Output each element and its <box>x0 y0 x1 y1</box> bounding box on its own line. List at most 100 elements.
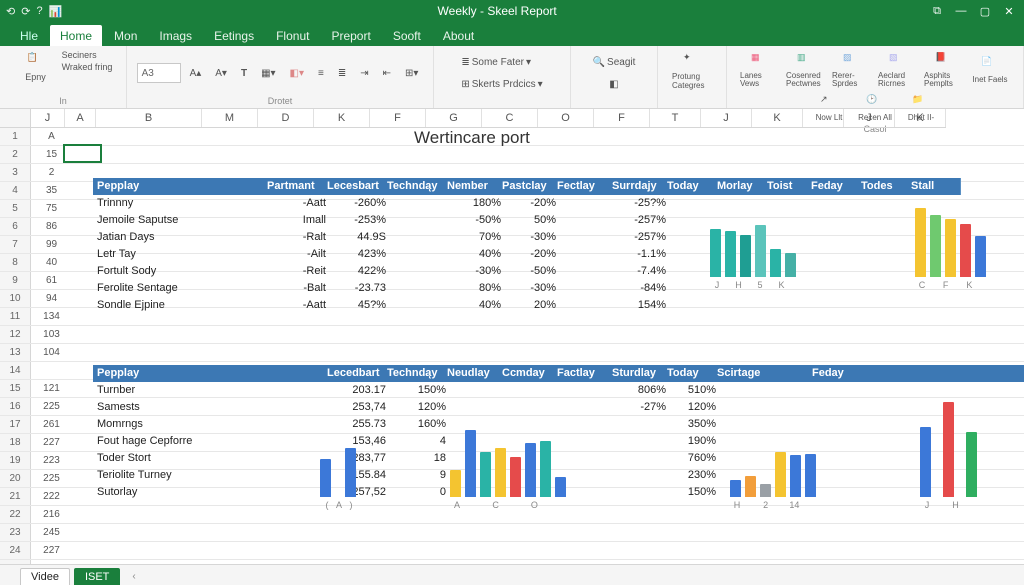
col-header[interactable]: D <box>258 109 314 127</box>
row-header[interactable]: 19 <box>0 452 31 469</box>
asphits-button[interactable]: 📕Asphits Pemplts <box>922 50 966 90</box>
sheet-tab-2[interactable]: ISET <box>74 568 120 585</box>
row-header[interactable]: 7 <box>0 236 31 253</box>
inet-button[interactable]: 📄Inet Faels <box>968 54 1012 86</box>
wraked-label[interactable]: Wraked fring <box>62 62 113 72</box>
row-header[interactable]: 5 <box>0 200 31 217</box>
cell-col-a[interactable]: 35 <box>31 182 72 199</box>
fill-icon[interactable]: ◧▾ <box>285 63 309 83</box>
col-header[interactable]: J <box>701 109 752 127</box>
col-header[interactable]: C <box>482 109 538 127</box>
row-header[interactable]: 12 <box>0 326 31 343</box>
row-header[interactable]: 3 <box>0 164 31 181</box>
sheet-tab-1[interactable]: Videe <box>20 568 70 585</box>
col-header[interactable] <box>803 109 844 127</box>
row-header[interactable]: 11 <box>0 308 31 325</box>
cell-col-a[interactable]: 245 <box>31 524 72 541</box>
col-header[interactable]: K <box>895 109 946 127</box>
row-header[interactable]: 23 <box>0 524 31 541</box>
redo-icon[interactable]: ⟳ <box>21 5 30 18</box>
merge-button[interactable]: ⊞ Skerts Prdcics▾ <box>456 74 547 94</box>
minimize-button[interactable]: — <box>950 2 972 20</box>
undo-icon[interactable]: ⟲ <box>6 5 15 18</box>
cell-col-a[interactable]: 2 <box>31 164 72 181</box>
font-size-box[interactable]: A3 <box>137 63 181 83</box>
column-headers[interactable]: JABMDKFGCOFTJKJK <box>31 109 946 128</box>
tab-home[interactable]: Home <box>50 25 102 46</box>
row-header[interactable]: 16 <box>0 398 31 415</box>
cell-col-a[interactable]: 86 <box>31 218 72 235</box>
row-header[interactable]: 17 <box>0 416 31 433</box>
col-header[interactable]: T <box>650 109 701 127</box>
cell-col-a[interactable]: 134 <box>31 308 72 325</box>
cell-col-a[interactable]: 223 <box>31 452 72 469</box>
tab-flonut[interactable]: Flonut <box>266 25 319 46</box>
find-button[interactable]: 🔍 Seagit <box>588 52 641 72</box>
cell-col-a[interactable]: 375 <box>31 560 72 564</box>
bold-icon[interactable]: T <box>236 63 252 83</box>
align-center-icon[interactable]: ≣ <box>333 63 351 83</box>
cell-col-a[interactable]: 40 <box>31 254 72 271</box>
col-header[interactable]: K <box>314 109 370 127</box>
maximize-button[interactable]: ▢ <box>974 2 996 20</box>
cell-col-a[interactable]: 227 <box>31 542 72 559</box>
row-header[interactable]: 9 <box>0 272 31 289</box>
help-icon[interactable]: ? <box>36 5 42 17</box>
aeclard-button[interactable]: ▧Aeclard Ricrnes <box>876 50 920 90</box>
file-tab[interactable]: Hle <box>10 25 48 46</box>
cosenred-button[interactable]: ▥Cosenred Pectwnes <box>784 50 828 90</box>
tab-sooft[interactable]: Sooft <box>383 25 431 46</box>
tab-imags[interactable]: Imags <box>149 25 202 46</box>
tab-about[interactable]: About <box>433 25 484 46</box>
col-header[interactable]: O <box>538 109 594 127</box>
categories-button[interactable]: ✦ Protung Categres <box>670 50 714 92</box>
tab-eetings[interactable]: Eetings <box>204 25 264 46</box>
tab-mon[interactable]: Mon <box>104 25 147 46</box>
col-header[interactable]: G <box>426 109 482 127</box>
cell-col-a[interactable]: 75 <box>31 200 72 217</box>
col-header[interactable]: M <box>202 109 258 127</box>
font-smaller-icon[interactable]: A▾ <box>210 63 232 83</box>
cell-col-a[interactable]: 227 <box>31 434 72 451</box>
cell-col-a[interactable]: 104 <box>31 344 72 361</box>
cell-col-a[interactable]: 225 <box>31 398 72 415</box>
lanes-button[interactable]: ▦Lanes Vews <box>738 50 782 90</box>
cell-col-a[interactable] <box>31 362 72 379</box>
row-header[interactable]: 15 <box>0 380 31 397</box>
row-header[interactable]: 24 <box>0 542 31 559</box>
rerer-button[interactable]: ▨Rerer- Sprdes <box>830 50 874 90</box>
cell-col-a[interactable]: 121 <box>31 380 72 397</box>
tab-preport[interactable]: Preport <box>321 25 380 46</box>
col-header[interactable]: J <box>31 109 65 127</box>
merge-icon[interactable]: ⊞▾ <box>400 63 423 83</box>
close-button[interactable]: ✕ <box>998 2 1020 20</box>
row-header[interactable]: 14 <box>0 362 31 379</box>
cell-col-a[interactable]: 94 <box>31 290 72 307</box>
seciners-label[interactable]: Seciners <box>62 50 113 60</box>
row-header[interactable]: 25 <box>0 560 31 564</box>
row-header[interactable]: 13 <box>0 344 31 361</box>
row-header[interactable]: 22 <box>0 506 31 523</box>
col-header[interactable]: F <box>370 109 426 127</box>
paste-button[interactable]: 📋 Epny <box>14 50 58 84</box>
col-header[interactable]: K <box>752 109 803 127</box>
outdent-icon[interactable]: ⇤ <box>378 63 396 83</box>
col-header[interactable]: F <box>594 109 650 127</box>
cell-col-a[interactable]: 225 <box>31 470 72 487</box>
worksheet[interactable]: JABMDKFGCOFTJKJK 1A215324355756867998409… <box>0 109 1024 564</box>
row-header[interactable]: 18 <box>0 434 31 451</box>
table-icon[interactable]: ◧ <box>604 74 623 94</box>
cell-col-a[interactable]: 15 <box>31 146 72 163</box>
row-header[interactable]: 2 <box>0 146 31 163</box>
cell-col-a[interactable]: 261 <box>31 416 72 433</box>
cell-col-a[interactable]: A <box>31 128 72 145</box>
col-header[interactable]: B <box>96 109 202 127</box>
font-bigger-icon[interactable]: A▴ <box>185 63 207 83</box>
row-header[interactable]: 20 <box>0 470 31 487</box>
row-header[interactable]: 6 <box>0 218 31 235</box>
chart-icon[interactable]: 📊 <box>49 5 63 18</box>
row-header[interactable]: 21 <box>0 488 31 505</box>
row-header[interactable]: 8 <box>0 254 31 271</box>
sort-button[interactable]: ≣ Some Fater▾ <box>456 52 536 72</box>
cell-col-a[interactable]: 103 <box>31 326 72 343</box>
